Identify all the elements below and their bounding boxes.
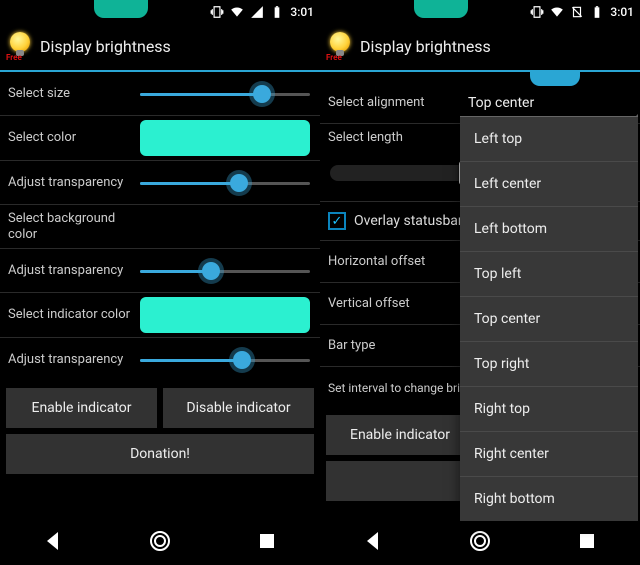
nav-recent-icon[interactable] (575, 529, 599, 553)
row-select-size[interactable]: Select size (0, 72, 320, 116)
row-select-color[interactable]: Select color (0, 116, 320, 161)
status-bar: 3:01 (0, 0, 320, 24)
color-swatch[interactable] (140, 120, 310, 156)
battery-icon (270, 5, 284, 19)
wifi-icon (230, 5, 244, 19)
title-bar: Free Display brightness (0, 24, 320, 72)
disable-indicator-button[interactable]: Disable indicator (163, 388, 314, 428)
label-overlay: Overlay statusbar (354, 213, 463, 229)
status-bar: 3:01 (320, 0, 640, 24)
alignment-dropdown[interactable]: Left top Left center Left bottom Top lef… (460, 116, 638, 521)
nav-bar (0, 517, 320, 565)
label-transparency-1: Adjust transparency (0, 169, 140, 197)
label-bg-color: Select background color (0, 205, 140, 248)
vibrate-icon (530, 5, 544, 19)
row-bg-color[interactable]: Select background color (0, 205, 320, 249)
button-row: Enable indicator Disable indicator (0, 382, 320, 434)
enable-indicator-button[interactable]: Enable indicator (6, 388, 157, 428)
dropdown-item[interactable]: Left bottom (460, 207, 638, 252)
dropdown-item[interactable]: Right center (460, 432, 638, 477)
app-title: Display brightness (40, 37, 171, 56)
dropdown-item[interactable]: Top right (460, 342, 638, 387)
dropdown-item[interactable]: Left top (460, 117, 638, 162)
nav-recent-icon[interactable] (255, 529, 279, 553)
app-title: Display brightness (360, 37, 491, 56)
nav-bar (320, 517, 640, 565)
wifi-icon (550, 5, 564, 19)
vibrate-icon (210, 5, 224, 19)
clock: 3:01 (290, 5, 314, 19)
dropdown-item[interactable]: Right top (460, 387, 638, 432)
label-transparency-3: Adjust transparency (0, 346, 140, 374)
label-transparency-2: Adjust transparency (0, 257, 140, 285)
clock: 3:01 (610, 5, 634, 19)
battery-icon (590, 5, 604, 19)
indicator-color-swatch[interactable] (140, 297, 310, 333)
slider-transparency-3[interactable] (140, 348, 310, 372)
overlay-checkbox[interactable]: ✓ (328, 212, 346, 230)
nav-back-icon[interactable] (361, 529, 385, 553)
dropdown-item[interactable]: Left center (460, 162, 638, 207)
phone-left: 3:01 Free Display brightness Select size… (0, 0, 320, 565)
no-sim-icon (570, 5, 584, 19)
bulb-icon: Free (6, 32, 34, 60)
row-transparency-1[interactable]: Adjust transparency (0, 161, 320, 205)
donation-button[interactable]: Donation! (6, 434, 314, 474)
phone-right: 3:01 Free Display brightness Select alig… (320, 0, 640, 565)
dropdown-item[interactable]: Top center (460, 297, 638, 342)
nav-back-icon[interactable] (41, 529, 65, 553)
enable-indicator-button[interactable]: Enable indicator (326, 415, 474, 455)
nav-home-icon[interactable] (148, 529, 172, 553)
nav-home-icon[interactable] (468, 529, 492, 553)
label-indicator-color: Select indicator color (0, 301, 140, 329)
slider-size[interactable] (140, 82, 310, 106)
notch-pill (94, 0, 148, 18)
bulb-icon: Free (326, 32, 354, 60)
row-transparency-3[interactable]: Adjust transparency (0, 338, 320, 382)
settings-list: Select size Select color Adjust transpar… (0, 72, 320, 382)
dropdown-item[interactable]: Right bottom (460, 477, 638, 521)
label-select-color: Select color (0, 124, 140, 152)
label-alignment: Select alignment (320, 89, 460, 116)
label-select-size: Select size (0, 80, 140, 108)
alignment-value[interactable]: Top center (460, 87, 640, 119)
dropdown-item[interactable]: Top left (460, 252, 638, 297)
signal-icon (250, 5, 264, 19)
notch-pill (414, 0, 468, 18)
slider-transparency-1[interactable] (140, 171, 310, 195)
slider-transparency-2[interactable] (140, 259, 310, 283)
title-bar: Free Display brightness (320, 24, 640, 72)
row-transparency-2[interactable]: Adjust transparency (0, 249, 320, 293)
row-indicator-color[interactable]: Select indicator color (0, 293, 320, 338)
